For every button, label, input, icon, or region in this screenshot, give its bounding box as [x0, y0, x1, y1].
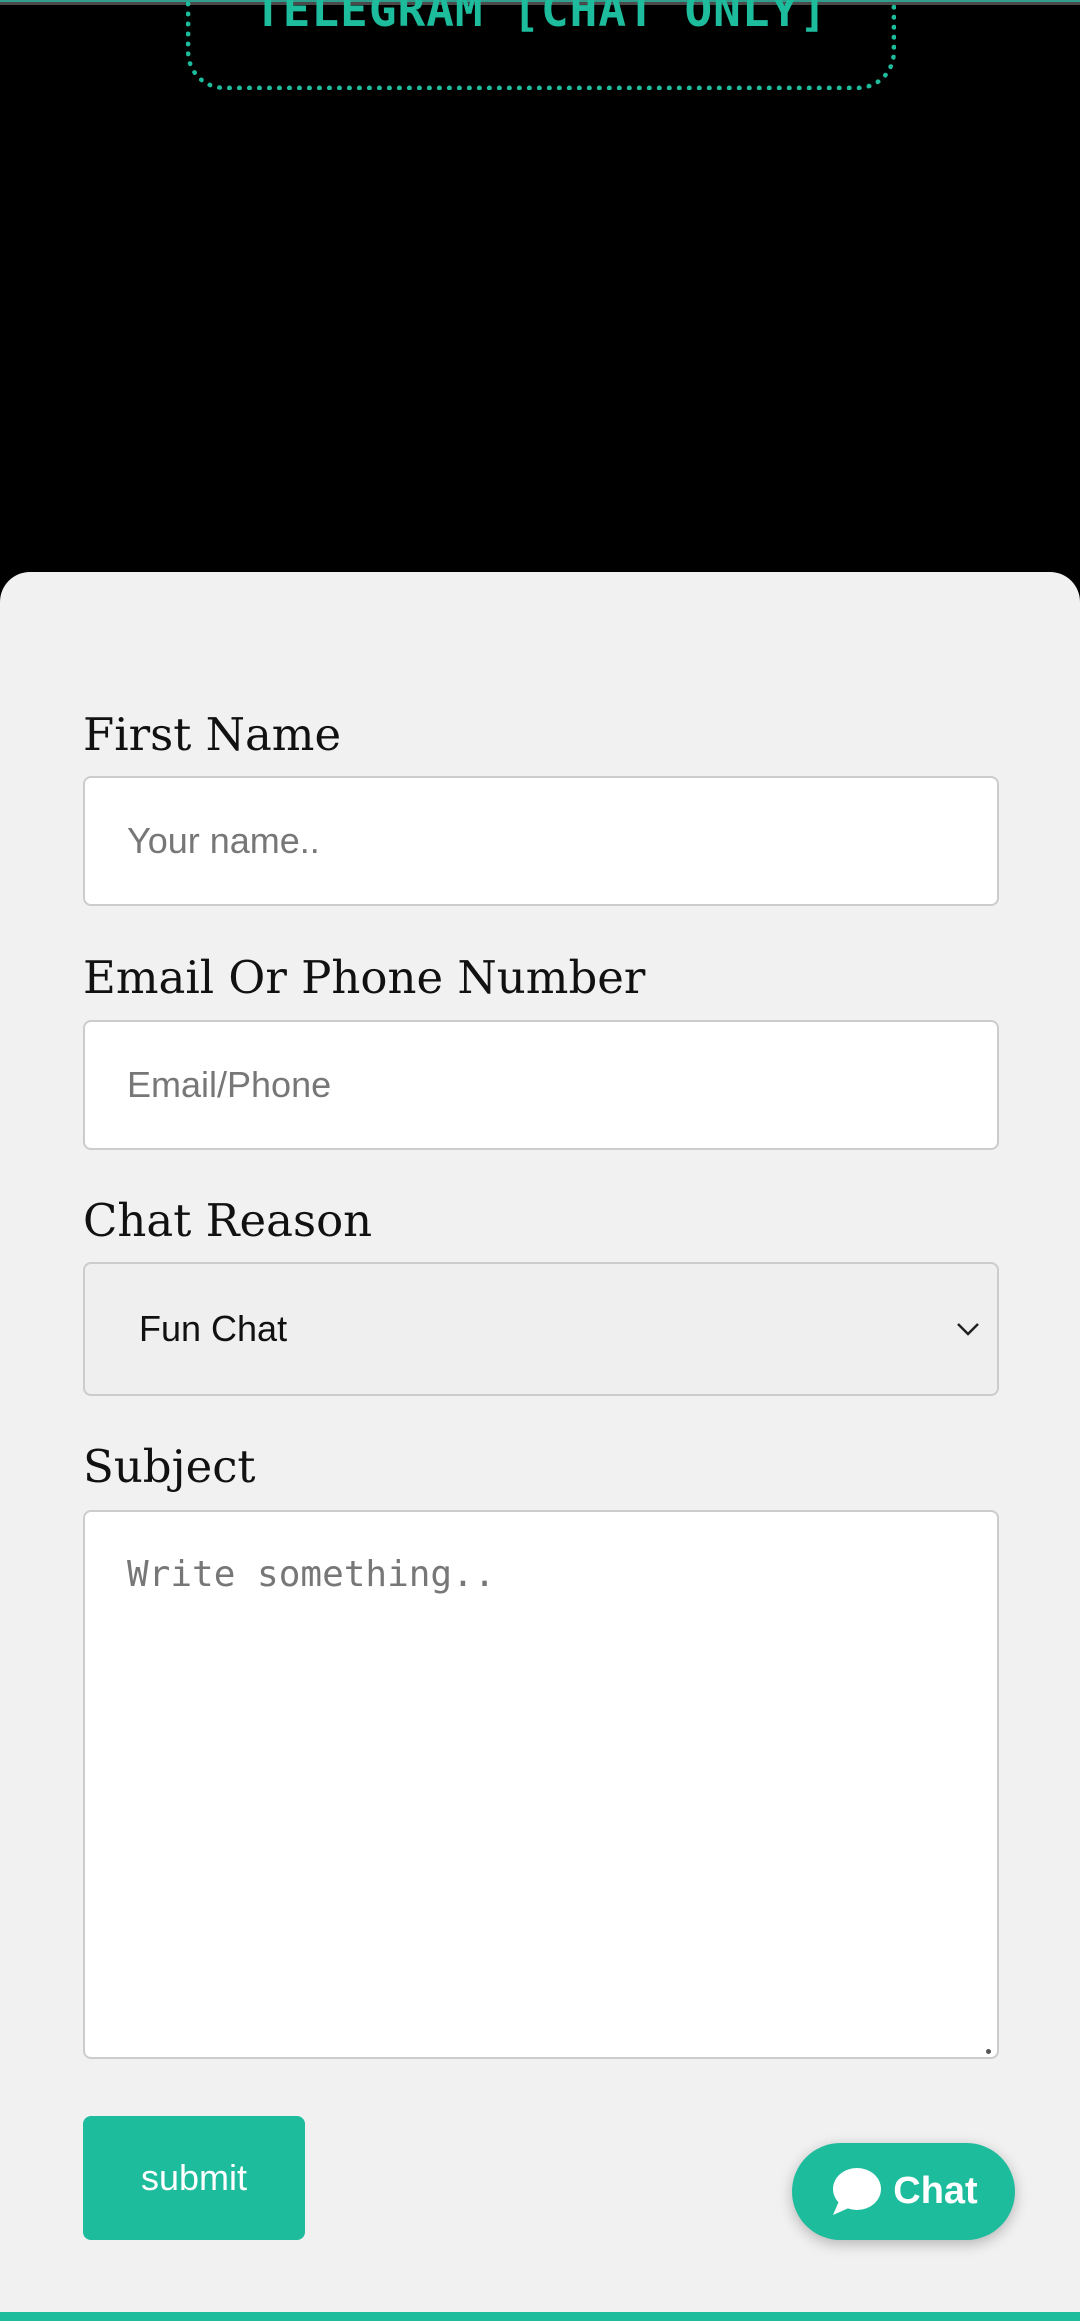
first-name-label: First Name — [83, 708, 342, 761]
page: TELEGRAM [CHAT ONLY] First Name Email Or… — [0, 0, 1080, 2321]
chat-reason-selected-value: Fun Chat — [139, 1308, 288, 1349]
textarea-resize-handle[interactable] — [986, 2049, 991, 2054]
submit-button[interactable]: submit — [83, 2116, 305, 2240]
subject-label: Subject — [83, 1440, 256, 1493]
chat-widget-label: Chat — [893, 2170, 978, 2212]
speech-bubble-icon — [833, 2167, 882, 2215]
subject-textarea[interactable] — [83, 1510, 999, 2059]
bottom-accent-bar — [0, 2312, 1080, 2321]
chat-reason-select[interactable]: Fun Chat — [83, 1262, 999, 1396]
contact-label: Email Or Phone Number — [83, 951, 646, 1004]
telegram-link-text[interactable]: TELEGRAM [CHAT ONLY] — [254, 0, 828, 37]
email-phone-input[interactable] — [83, 1020, 999, 1150]
chat-reason-label: Chat Reason — [83, 1194, 373, 1247]
chat-widget-button[interactable]: Chat — [792, 2143, 1015, 2240]
first-name-input[interactable] — [83, 776, 999, 906]
telegram-link-box[interactable]: TELEGRAM [CHAT ONLY] — [186, 0, 896, 90]
chevron-down-icon — [957, 1323, 979, 1336]
